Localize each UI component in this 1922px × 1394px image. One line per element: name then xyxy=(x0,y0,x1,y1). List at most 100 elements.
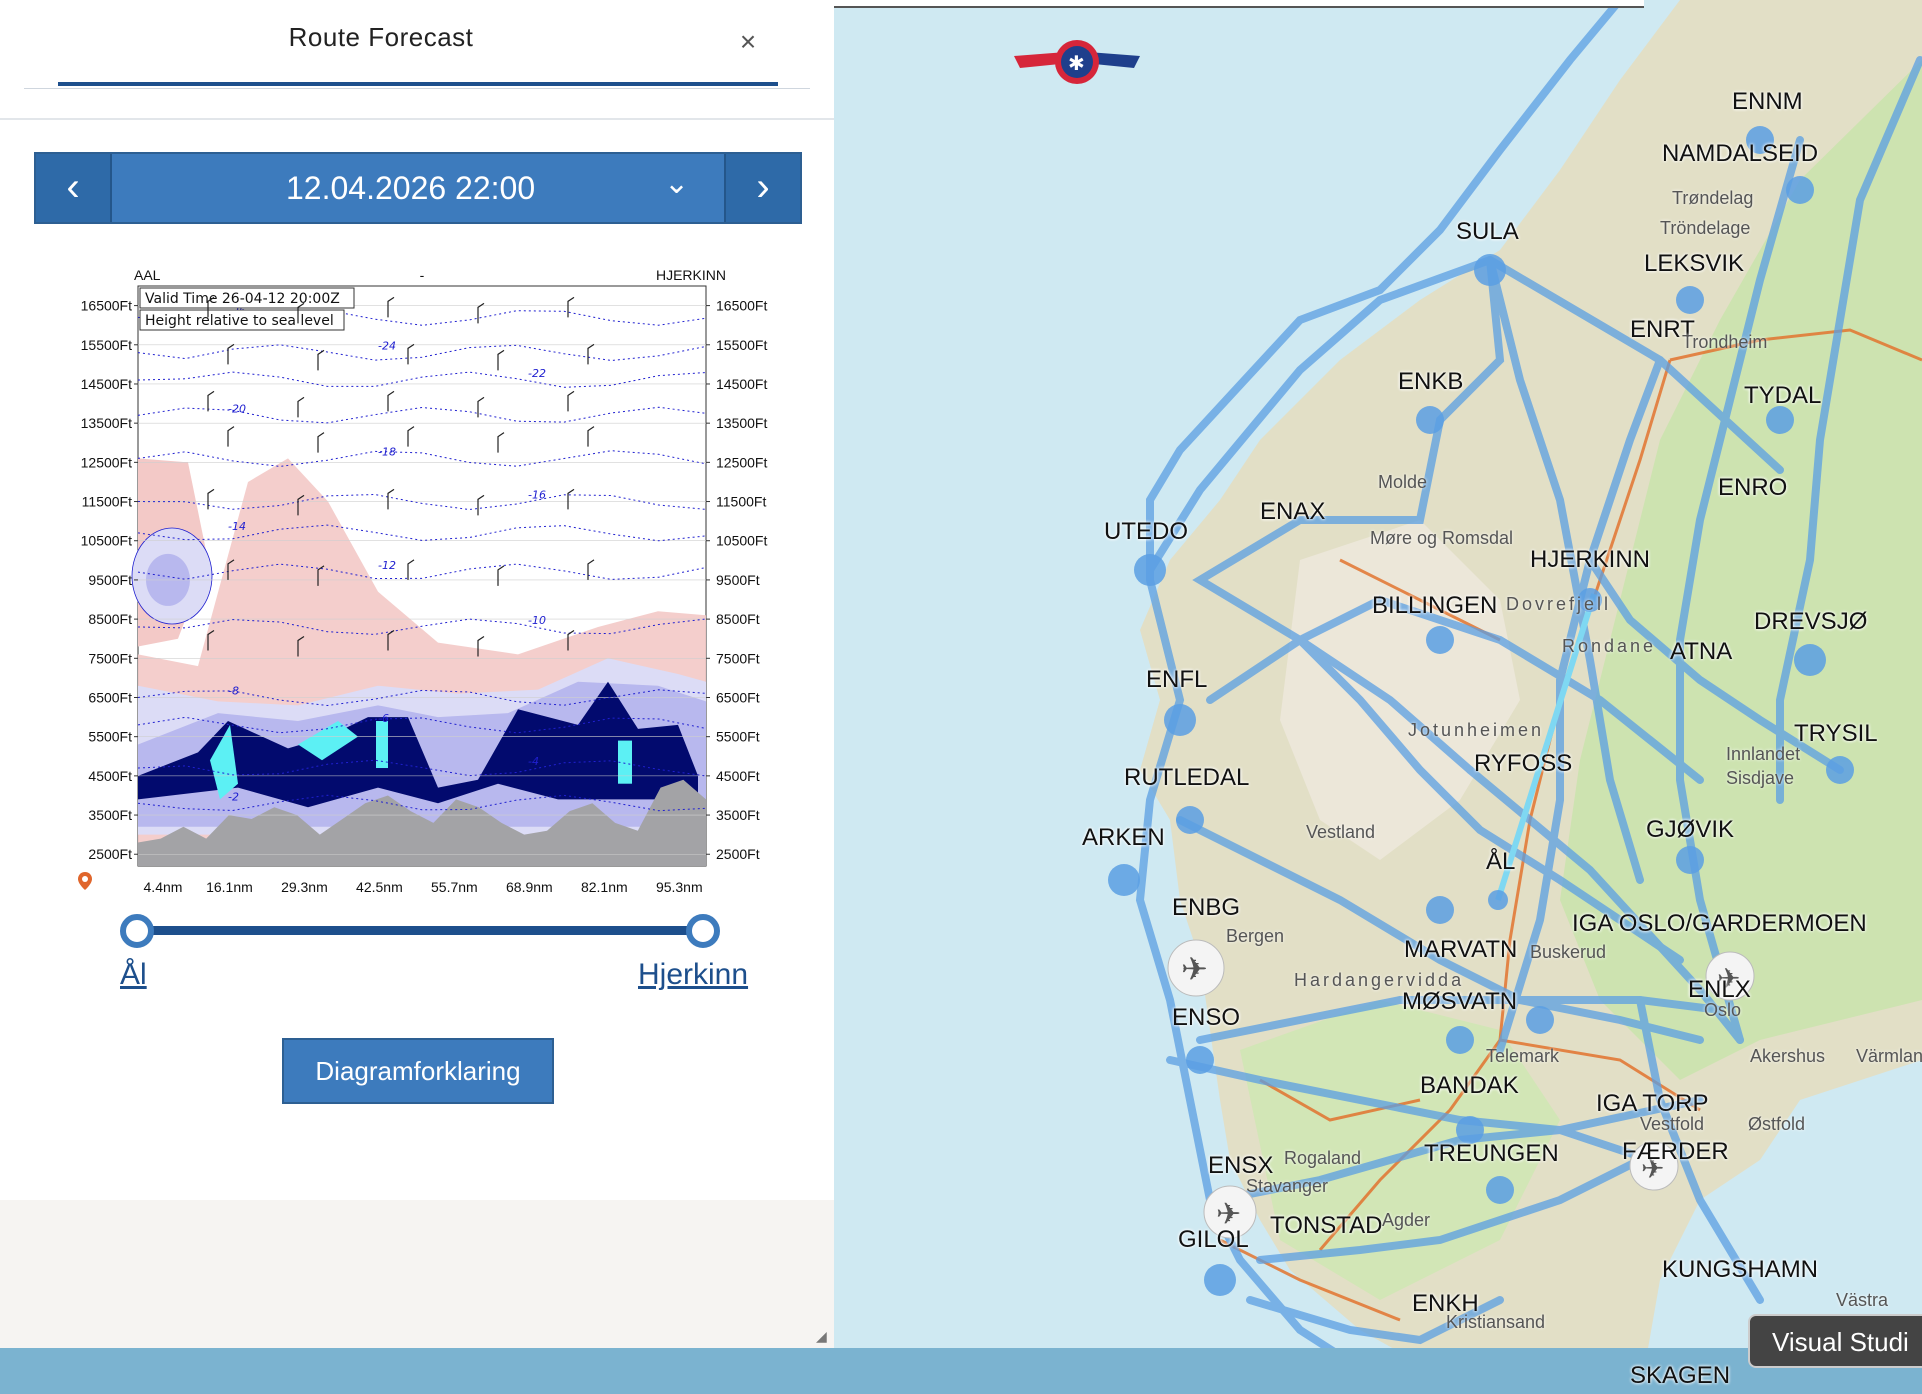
y-tick-label-right: 8500Ft xyxy=(716,611,760,627)
route-start-link[interactable]: Ål xyxy=(120,958,147,992)
date-selector: ‹ 12.04.2026 22:00 ⌄ › xyxy=(34,152,802,224)
map-label[interactable]: HJERKINN xyxy=(1530,546,1650,574)
map-label[interactable]: NAMDALSEID xyxy=(1662,140,1818,168)
y-tick-label-right: 11500Ft xyxy=(716,494,766,510)
resize-grip-icon[interactable]: ◢ xyxy=(816,1328,832,1344)
map-label[interactable]: BILLINGEN xyxy=(1372,592,1497,620)
y-tick-label-left: 16500Ft xyxy=(81,298,132,314)
y-tick-label-left: 3500Ft xyxy=(88,807,132,823)
svg-text:✱: ✱ xyxy=(1068,51,1085,75)
y-tick-label-left: 6500Ft xyxy=(88,689,132,705)
map-label[interactable]: RYFOSS xyxy=(1474,750,1572,778)
route-range-slider[interactable] xyxy=(120,912,720,952)
map-label[interactable]: DREVSJØ xyxy=(1754,608,1867,636)
close-button[interactable]: × xyxy=(732,26,764,58)
map-region-label: Møre og Romsdal xyxy=(1370,528,1514,548)
y-tick-label-left: 4500Ft xyxy=(88,768,132,784)
chevron-left-icon: ‹ xyxy=(66,165,80,209)
map-label[interactable]: MARVATN xyxy=(1404,936,1517,964)
isotherm-label: -22 xyxy=(528,367,546,380)
isotherm-label: -4 xyxy=(528,755,539,768)
x-tick-label: 42.5nm xyxy=(356,879,403,895)
map-label[interactable]: LEKSVIK xyxy=(1644,250,1744,278)
header-divider xyxy=(0,118,834,120)
map-label[interactable]: RUTLEDAL xyxy=(1124,764,1249,792)
map-region-label: Vestfold xyxy=(1640,1114,1705,1134)
x-tick-label: 4.4nm xyxy=(144,879,183,895)
x-tick-label: 16.1nm xyxy=(206,879,253,895)
map-region-label: Rogaland xyxy=(1284,1148,1362,1168)
map-label[interactable]: TRYSIL xyxy=(1794,720,1878,748)
map-label[interactable]: ENKB xyxy=(1398,368,1463,396)
map-region-label: Innlandet xyxy=(1726,744,1801,764)
route-forecast-chart: 16500Ft 16500Ft 15500Ft 15500Ft 14500Ft 14500… xyxy=(81,267,768,895)
y-tick-label-left: 7500Ft xyxy=(88,650,132,666)
location-pin-icon xyxy=(78,872,92,890)
isotherm-label: -8 xyxy=(228,684,239,697)
isotherm-label: -24 xyxy=(378,340,396,353)
forecast-datetime[interactable]: 12.04.2026 22:00 xyxy=(286,170,535,207)
slider-end-handle[interactable] xyxy=(686,914,720,948)
isotherm-label: -2 xyxy=(228,790,239,803)
map-region-label: Molde xyxy=(1378,472,1428,492)
route-end-link[interactable]: Hjerkinn xyxy=(638,958,748,992)
map-region-label: Agder xyxy=(1382,1210,1431,1230)
map-label[interactable]: MØSVATN xyxy=(1402,988,1517,1016)
map-region-label: Västra xyxy=(1836,1290,1889,1310)
map-label[interactable]: ENSO xyxy=(1172,1004,1240,1032)
x-tick-label: 29.3nm xyxy=(281,879,328,895)
isotherm-label: -10 xyxy=(528,614,546,627)
map-label[interactable]: GJØVIK xyxy=(1646,816,1734,844)
map-label[interactable]: TYDAL xyxy=(1744,382,1821,410)
map-label[interactable]: SKAGEN xyxy=(1630,1362,1730,1390)
map-region-label: Sisdjave xyxy=(1726,768,1795,788)
map-region-label: Värmland xyxy=(1856,1046,1922,1066)
map-label[interactable]: KUNGSHAMN xyxy=(1662,1256,1818,1284)
y-tick-label-right: 9500Ft xyxy=(716,572,760,588)
y-tick-label-right: 15500Ft xyxy=(716,337,767,353)
y-tick-label-right: 5500Ft xyxy=(716,729,760,745)
map-label[interactable]: BANDAK xyxy=(1420,1072,1519,1100)
map-region-label: Østfold xyxy=(1748,1114,1806,1134)
svg-text:✈: ✈ xyxy=(1181,950,1208,988)
map-label[interactable]: TREUNGEN xyxy=(1424,1140,1559,1168)
map-label[interactable]: FÆRDER xyxy=(1622,1138,1729,1166)
map-region-label: Oslo xyxy=(1704,1000,1742,1020)
slider-track xyxy=(136,926,704,935)
map-label[interactable]: ARKEN xyxy=(1082,824,1165,852)
map-label[interactable]: SULA xyxy=(1456,218,1519,246)
y-tick-label-left: 11500Ft xyxy=(82,494,132,510)
previous-time-button[interactable]: ‹ xyxy=(36,154,112,222)
slider-start-handle[interactable] xyxy=(120,914,154,948)
isotherm-label: -14 xyxy=(228,520,246,533)
map-label[interactable]: ÅL xyxy=(1486,848,1515,876)
route-forecast-panel: Route Forecast × ‹ 12.04.2026 22:00 ⌄ › … xyxy=(0,0,834,1348)
map-label[interactable]: ENNM xyxy=(1732,88,1803,116)
map-region-label: Dovrefjell xyxy=(1506,594,1612,614)
map-region-label: Telemark xyxy=(1486,1046,1560,1066)
y-tick-label-right: 3500Ft xyxy=(716,807,760,823)
chevron-down-icon[interactable]: ⌄ xyxy=(664,166,689,201)
y-tick-label-left: 10500Ft xyxy=(81,533,132,549)
y-tick-label-right: 7500Ft xyxy=(716,650,760,666)
next-time-button[interactable]: › xyxy=(724,154,800,222)
y-tick-label-left: 15500Ft xyxy=(81,337,132,353)
map-label[interactable]: UTEDO xyxy=(1104,518,1188,546)
map-region-label: Rondane xyxy=(1562,636,1657,656)
diagram-legend-button[interactable]: Diagramforklaring xyxy=(282,1038,554,1104)
map-label[interactable]: ATNA xyxy=(1670,638,1732,666)
map-label[interactable]: TONSTAD xyxy=(1270,1212,1382,1240)
y-tick-label-right: 13500Ft xyxy=(716,415,767,431)
y-tick-label-right: 16500Ft xyxy=(716,298,767,314)
map-label[interactable]: ENBG xyxy=(1172,894,1240,922)
map-label[interactable]: IGA OSLO/GARDERMOEN xyxy=(1572,910,1867,938)
map-region-label: Bergen xyxy=(1226,926,1285,946)
y-tick-label-left: 9500Ft xyxy=(88,572,132,588)
map-label[interactable]: ENAX xyxy=(1260,498,1325,526)
map-label[interactable]: ENRO xyxy=(1718,474,1787,502)
map-label[interactable]: GILOL xyxy=(1178,1226,1249,1254)
x-tick-label: 95.3nm xyxy=(656,879,703,895)
x-tick-label: 82.1nm xyxy=(581,879,628,895)
x-tick-label: 55.7nm xyxy=(431,879,478,895)
map-label[interactable]: ENFL xyxy=(1146,666,1207,694)
